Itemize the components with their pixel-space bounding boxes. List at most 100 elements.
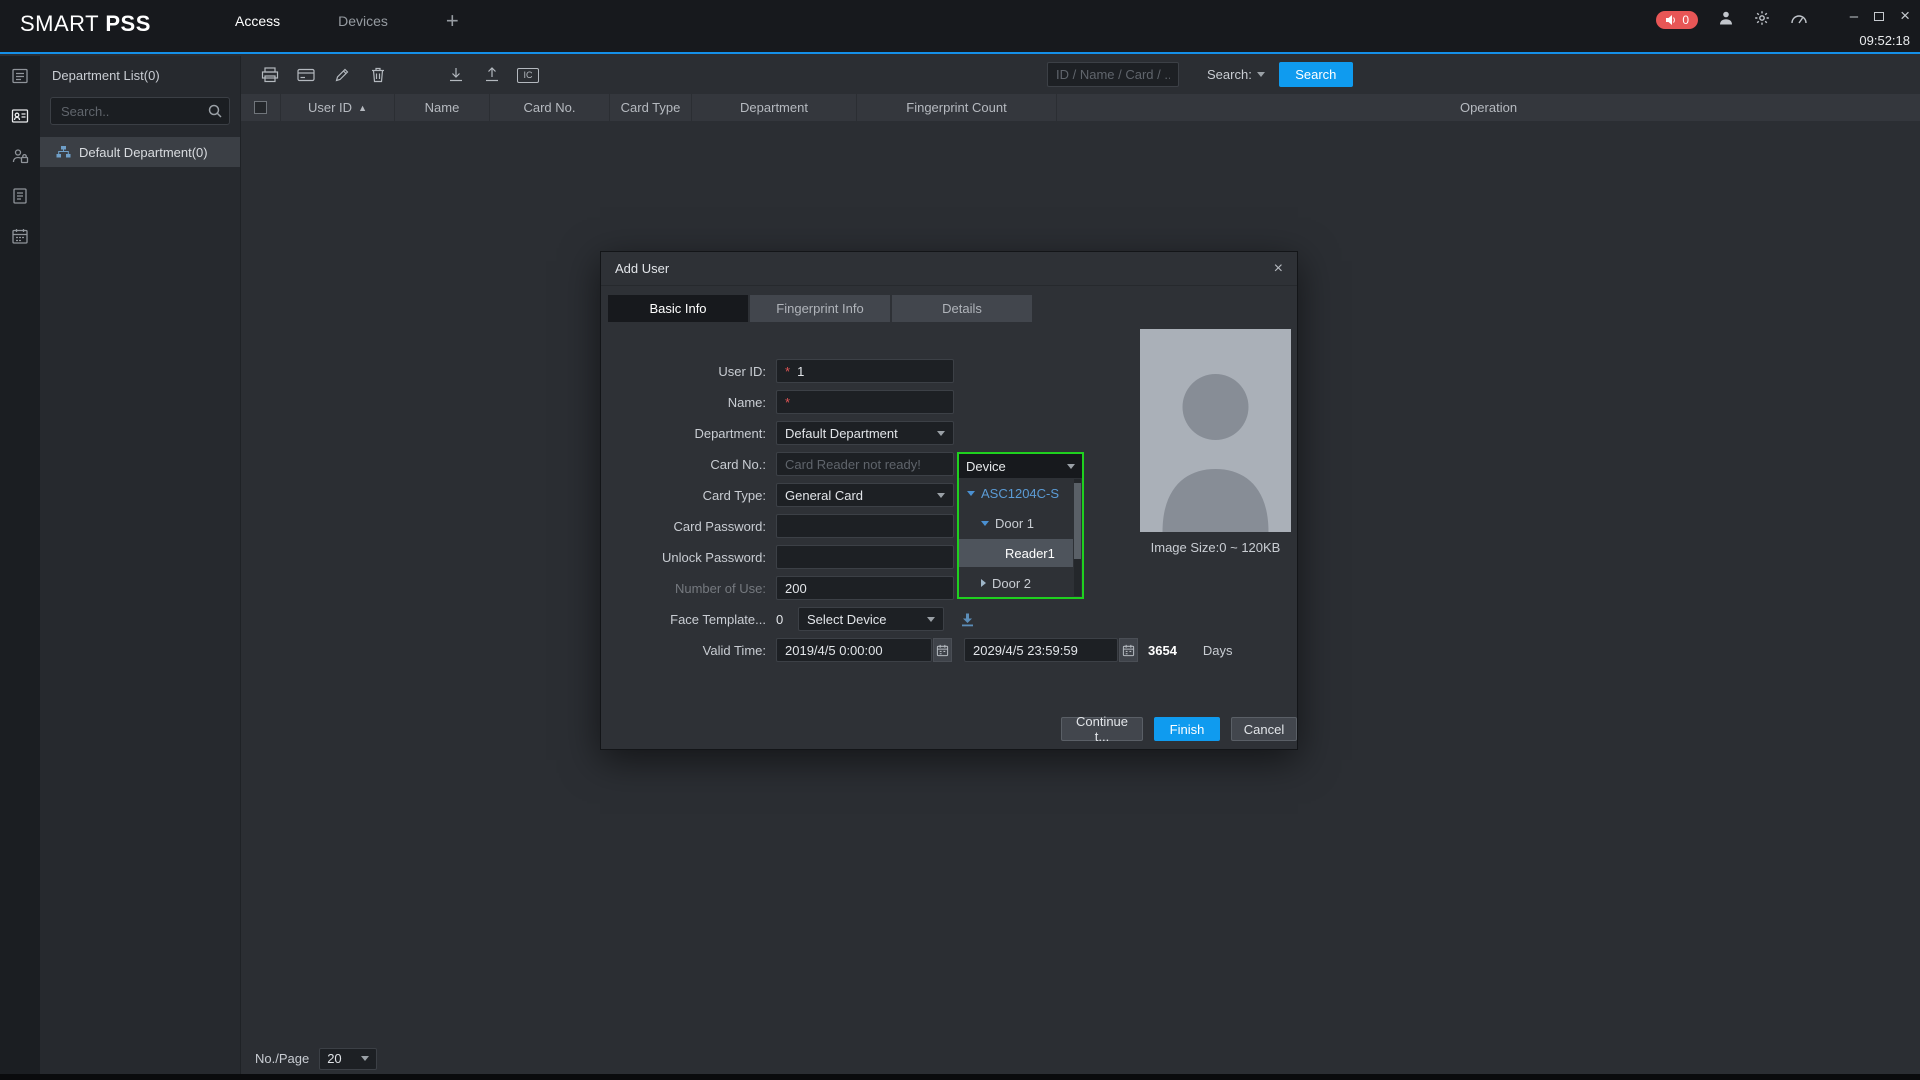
console-icon[interactable] [0,56,40,96]
attendance-icon[interactable] [0,216,40,256]
ic-card-icon[interactable]: IC [513,61,543,89]
name-field[interactable]: * [776,390,954,414]
dialog-close-icon[interactable]: × [1274,260,1283,277]
valid-days-value: 3654 [1148,642,1177,658]
user-card-icon[interactable] [0,96,40,136]
tree-item-door1[interactable]: Door 1 [959,508,1082,538]
collapsed-arrow-icon[interactable] [981,579,986,587]
popup-scrollbar[interactable] [1074,479,1081,596]
calendar-icon[interactable] [1119,638,1138,662]
name-label: Name: [727,394,766,410]
column-department[interactable]: Department [692,94,857,121]
dialog-buttons: Continue t... Finish Cancel [1061,714,1297,744]
calendar-icon[interactable] [933,638,952,662]
user-photo-placeholder[interactable] [1140,329,1291,532]
finish-button[interactable]: Finish [1154,717,1220,741]
tree-item-reader1[interactable]: Reader1 [959,539,1073,567]
card-type-label: Card Type: [702,487,766,503]
tab-devices[interactable]: Devices [338,13,388,29]
column-name[interactable]: Name [395,94,490,121]
tab-details[interactable]: Details [892,295,1032,322]
page-size-select[interactable]: 20 [319,1047,378,1070]
column-card-no[interactable]: Card No. [490,94,610,121]
department-select[interactable]: Default Department [776,421,954,445]
sort-asc-icon[interactable]: ▲ [358,103,367,113]
form-row-card-type: Card Type: General Card [601,483,1233,507]
page-size-label: No./Page [255,1051,310,1066]
form-row-card-password: Card Password: [601,514,1233,538]
dialog-title: Add User [615,261,670,276]
cancel-button[interactable]: Cancel [1231,717,1297,741]
select-all-cell [241,94,281,121]
close-window-icon[interactable]: × [1900,6,1910,26]
user-search-input[interactable] [1047,62,1179,87]
unlock-password-input[interactable] [776,545,954,569]
tab-basic-info[interactable]: Basic Info [608,295,748,322]
logo-pss: PSS [105,11,151,36]
speaker-icon [1666,14,1676,25]
form-row-card-no: Card No.: [601,452,1233,476]
continue-button[interactable]: Continue t... [1061,714,1143,744]
user-id-field[interactable]: * 1 [776,359,954,383]
titlebar-icons: 0 [1656,10,1808,29]
card-password-input[interactable] [776,514,954,538]
select-all-checkbox[interactable] [254,101,267,114]
column-user-id[interactable]: User ID ▲ [281,94,395,121]
edit-pencil-icon[interactable] [327,61,357,89]
valid-time-start-field[interactable]: 2019/4/5 0:00:00 [776,638,932,662]
department-list-item[interactable]: Default Department(0) [40,137,240,167]
select-device-value: Select Device [807,611,887,627]
minimize-icon[interactable]: – [1850,8,1858,25]
chevron-down-icon [1067,463,1075,469]
search-button[interactable]: Search [1278,62,1353,87]
device-dropdown-popup: Device ASC1204C-S Door 1 Reader1 Door 2 [957,452,1084,599]
card-type-value: General Card [785,487,864,503]
user-account-icon[interactable] [1718,10,1734,29]
search-icon[interactable] [208,104,222,118]
valid-time-label: Valid Time: [702,642,766,658]
valid-time-end-field[interactable]: 2029/4/5 23:59:59 [964,638,1118,662]
card-type-select[interactable]: General Card [776,483,954,507]
expanded-arrow-icon[interactable] [967,490,975,496]
title-bar: SMART PSS Access Devices + 0 – × 09:52:1… [0,0,1920,54]
dashboard-gauge-icon[interactable] [1790,11,1808,28]
settings-gear-icon[interactable] [1754,10,1770,29]
batch-export-icon[interactable] [477,61,507,89]
select-device-dropdown[interactable]: Select Device [798,607,944,631]
department-search [50,97,230,125]
number-of-use-input[interactable] [776,576,954,600]
column-operation[interactable]: Operation [1057,94,1920,121]
chevron-down-icon [361,1056,370,1061]
user-id-label: User ID: [718,363,766,379]
new-tab-button[interactable]: + [446,10,459,32]
alarm-count: 0 [1682,12,1689,27]
issue-card-printer-icon[interactable] [255,61,285,89]
department-label: Department: [694,425,766,441]
device-tree: ASC1204C-S Door 1 Reader1 Door 2 [959,478,1082,597]
card-no-input[interactable] [776,452,954,476]
add-card-icon[interactable] [291,61,321,89]
image-size-caption: Image Size:0 ~ 120KB [1150,540,1281,555]
expanded-arrow-icon[interactable] [981,520,989,526]
delete-trash-icon[interactable] [363,61,393,89]
pagination-bar: No./Page 20 [241,1043,1920,1074]
face-import-icon[interactable] [960,612,975,627]
tree-item-controller[interactable]: ASC1204C-S [959,478,1082,508]
window-tabs: Access Devices + [235,0,459,42]
department-search-input[interactable] [50,97,230,125]
scrollbar-thumb[interactable] [1074,483,1081,559]
chevron-down-icon [937,492,945,498]
tree-item-door2[interactable]: Door 2 [959,568,1082,597]
column-card-type[interactable]: Card Type [610,94,692,121]
tab-access[interactable]: Access [235,13,280,29]
device-combo[interactable]: Device [959,454,1082,478]
alarm-badge[interactable]: 0 [1656,10,1698,29]
chevron-down-icon [927,616,935,622]
batch-import-icon[interactable] [441,61,471,89]
column-fingerprint-count[interactable]: Fingerprint Count [857,94,1057,121]
restore-icon[interactable] [1874,11,1885,21]
tab-fingerprint-info[interactable]: Fingerprint Info [750,295,890,322]
search-type-dropdown[interactable]: Search: [1207,67,1265,82]
person-permission-icon[interactable] [0,136,40,176]
record-icon[interactable] [0,176,40,216]
